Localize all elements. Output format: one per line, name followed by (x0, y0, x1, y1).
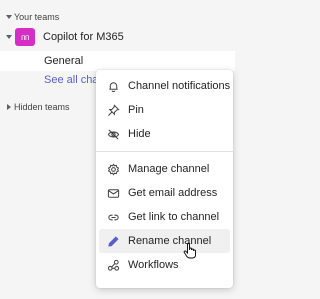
your-teams-header[interactable]: Your teams (4, 10, 59, 24)
bell-icon (106, 79, 120, 93)
menu-divider (96, 151, 233, 152)
menu-item-get-link-to-channel[interactable]: Get link to channel (96, 205, 233, 229)
menu-item-get-email-address[interactable]: Get email address (96, 181, 233, 205)
mail-icon (106, 186, 120, 200)
pin-icon (106, 103, 120, 117)
menu-item-label: Pin (128, 104, 144, 116)
caret-down-icon (4, 34, 14, 40)
menu-item-label: Manage channel (128, 163, 210, 175)
menu-item-label: Get link to channel (128, 211, 220, 223)
menu-item-label: Rename channel (128, 235, 212, 247)
workflows-icon (106, 258, 120, 272)
channel-item-general[interactable]: General (0, 51, 235, 71)
menu-item-manage-channel[interactable]: Manage channel (96, 157, 233, 181)
link-icon (106, 210, 120, 224)
hidden-teams-header[interactable]: Hidden teams (4, 100, 70, 114)
see-all-channels-link[interactable]: See all chan (44, 74, 104, 86)
menu-item-label: Hide (128, 128, 151, 140)
caret-down-icon (4, 14, 14, 20)
menu-item-workflows[interactable]: Workflows (96, 253, 233, 277)
menu-item-channel-notifications[interactable]: Channel notifications (96, 74, 233, 98)
team-avatar: ᴨᴨ (15, 28, 35, 46)
eye-off-icon (106, 127, 120, 141)
team-name: Copilot for M365 (43, 31, 124, 43)
channel-context-menu: Channel notifications Pin Hide Manage ch… (96, 70, 233, 288)
menu-item-label: Get email address (128, 187, 218, 199)
your-teams-label: Your teams (14, 12, 60, 22)
team-row[interactable]: ᴨᴨ Copilot for M365 (4, 26, 124, 48)
caret-right-icon (4, 104, 14, 110)
menu-item-hide[interactable]: Hide (96, 122, 233, 146)
menu-item-label: Workflows (128, 259, 179, 271)
menu-item-pin[interactable]: Pin (96, 98, 233, 122)
hidden-teams-label: Hidden teams (14, 102, 70, 112)
pencil-icon (106, 234, 120, 248)
menu-item-rename-channel[interactable]: Rename channel (99, 229, 230, 253)
gear-icon (106, 162, 120, 176)
hand-pointer-icon (183, 243, 197, 259)
channel-name: General (44, 55, 84, 67)
menu-item-label: Channel notifications (128, 80, 231, 92)
